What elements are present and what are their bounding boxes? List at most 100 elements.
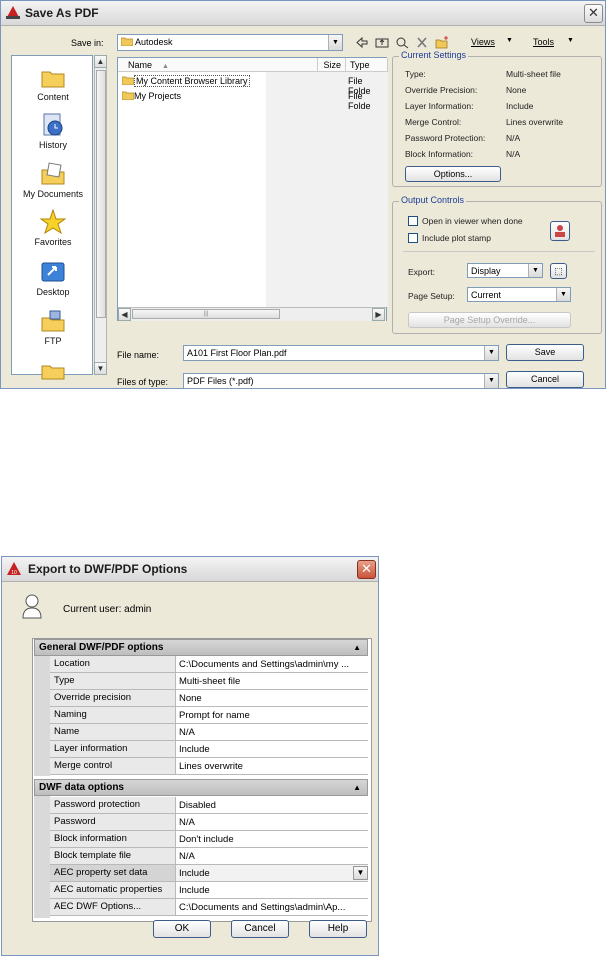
chevron-down-icon: ▼ <box>556 288 570 301</box>
delete-icon[interactable] <box>415 36 429 49</box>
general-options-header[interactable]: General DWF/PDF options ▲ <box>34 639 368 656</box>
place-label: FTP <box>44 336 62 346</box>
list-item[interactable]: My Projects <box>121 90 262 102</box>
property-row-name[interactable]: Name N/A <box>50 724 368 741</box>
cancel-button[interactable]: Cancel <box>231 920 289 938</box>
file-type: File Folde <box>348 91 371 111</box>
place-my-documents[interactable]: My Documents <box>12 161 94 199</box>
list-item[interactable]: My Content Browser Library <box>121 75 382 87</box>
place-ftp[interactable]: FTP <box>12 308 94 346</box>
export-label: Export: <box>408 267 435 277</box>
place-favorites[interactable]: Favorites <box>12 209 94 247</box>
column-type-label: Type <box>350 60 370 70</box>
scroll-up-icon[interactable]: ▲ <box>94 55 107 68</box>
file-name: My Content Browser Library <box>134 75 250 87</box>
property-row-aec-property-set-data[interactable]: AEC property set data Include ▼ <box>50 865 368 882</box>
property-row-password-protection[interactable]: Password protection Disabled <box>50 797 368 814</box>
save-button[interactable]: Save <box>506 344 584 361</box>
dialog-title: Save As PDF <box>25 6 99 20</box>
chevron-down-icon: ▼ <box>528 264 542 277</box>
export-options-dialog: 10 Export to DWF/PDF Options ✕ Current u… <box>1 556 379 956</box>
folder-icon <box>121 91 135 101</box>
tools-chevron-icon: ▼ <box>567 37 574 44</box>
search-web-icon[interactable] <box>395 36 409 49</box>
save-in-value: Autodesk <box>135 37 173 47</box>
up-folder-icon[interactable] <box>375 36 389 49</box>
column-header-name[interactable]: Name ▲ <box>118 58 318 72</box>
column-size-label: Size <box>323 60 341 70</box>
new-folder-icon[interactable] <box>435 36 449 49</box>
property-row-merge-control[interactable]: Merge control Lines overwrite <box>50 758 368 775</box>
cancel-button[interactable]: Cancel <box>506 371 584 388</box>
property-row-block-information[interactable]: Block information Don't include <box>50 831 368 848</box>
property-name: Naming <box>50 707 176 723</box>
scroll-left-icon[interactable]: ◀ <box>118 308 131 321</box>
property-row-naming[interactable]: Naming Prompt for name <box>50 707 368 724</box>
save-in-dropdown[interactable]: Autodesk ▼ <box>117 34 343 51</box>
property-row-aec-automatic-properties[interactable]: AEC automatic properties Include <box>50 882 368 899</box>
setting-value: None <box>506 85 527 95</box>
include-plot-stamp-label: Include plot stamp <box>422 233 491 243</box>
include-plot-stamp-checkbox[interactable] <box>408 233 418 243</box>
place-content[interactable]: Content <box>12 64 94 102</box>
place-more[interactable] <box>12 356 94 384</box>
page-setup-value: Current <box>471 290 502 300</box>
back-icon[interactable] <box>355 36 369 49</box>
grid-gutter <box>34 656 50 776</box>
help-button[interactable]: Help <box>309 920 367 938</box>
property-value: None <box>176 690 368 706</box>
file-name-input[interactable]: A101 First Floor Plan.pdf ▼ <box>183 345 499 361</box>
setting-key: Layer Information: <box>405 101 474 111</box>
plot-stamp-settings-button[interactable] <box>550 221 570 241</box>
property-row-layer-information[interactable]: Layer information Include <box>50 741 368 758</box>
views-menu[interactable]: Views <box>471 37 495 47</box>
open-viewer-checkbox[interactable] <box>408 216 418 226</box>
chevron-down-icon[interactable]: ▼ <box>353 866 368 880</box>
save-in-label: Save in: <box>71 38 104 48</box>
section-title: DWF data options <box>39 782 124 793</box>
file-name-value: A101 First Floor Plan.pdf <box>187 348 287 358</box>
tools-menu[interactable]: Tools <box>533 37 554 47</box>
pick-window-button[interactable]: ⬚ <box>550 263 567 279</box>
place-label: Content <box>37 92 69 102</box>
dwf-data-options-header[interactable]: DWF data options ▲ <box>34 779 368 796</box>
setting-value: N/A <box>506 133 521 143</box>
folder-icon <box>41 365 65 380</box>
autocad-architecture-logo-icon: 10 <box>7 562 21 575</box>
property-row-block-template-file[interactable]: Block template file N/A <box>50 848 368 865</box>
desktop-icon <box>41 262 65 282</box>
file-type-value: PDF Files (*.pdf) <box>187 376 254 386</box>
property-row-type[interactable]: Type Multi-sheet file <box>50 673 368 690</box>
scroll-right-icon[interactable]: ▶ <box>372 308 385 321</box>
property-value: C:\Documents and Settings\admin\my ... <box>176 656 368 672</box>
page-setup-dropdown[interactable]: Current ▼ <box>467 287 571 302</box>
property-row-override-precision[interactable]: Override precision None <box>50 690 368 707</box>
options-button[interactable]: Options... <box>405 166 501 182</box>
my-documents-icon <box>41 162 65 185</box>
property-value: N/A <box>176 848 368 864</box>
collapse-icon: ▲ <box>353 643 361 652</box>
column-header-size[interactable]: Size <box>318 58 346 72</box>
scroll-thumb[interactable]: ||| <box>132 309 280 319</box>
property-row-aec-dwf-options[interactable]: AEC DWF Options... C:\Documents and Setti… <box>50 899 368 916</box>
setting-value: Include <box>506 101 534 111</box>
file-type-dropdown[interactable]: PDF Files (*.pdf) ▼ <box>183 373 499 389</box>
property-row-password[interactable]: Password N/A <box>50 814 368 831</box>
horizontal-scrollbar[interactable]: ◀ ||| ▶ <box>118 307 386 321</box>
page-setup-override-button[interactable]: Page Setup Override... <box>408 312 571 328</box>
setting-value: Multi-sheet file <box>506 69 561 79</box>
place-history[interactable]: History <box>12 112 94 150</box>
column-header-type[interactable]: Type <box>346 58 388 72</box>
close-button[interactable]: ✕ <box>357 560 376 579</box>
property-name: Location <box>50 656 176 672</box>
scroll-thumb[interactable] <box>96 70 106 318</box>
content-folder-icon <box>41 71 65 88</box>
scroll-down-icon[interactable]: ▼ <box>94 362 107 375</box>
place-desktop[interactable]: Desktop <box>12 259 94 297</box>
ok-button[interactable]: OK <box>153 920 211 938</box>
close-button[interactable]: ✕ <box>584 4 603 23</box>
property-row-location[interactable]: Location C:\Documents and Settings\admin\… <box>50 656 368 673</box>
property-name: Override precision <box>50 690 176 706</box>
places-scrollbar[interactable]: ▲ ▼ <box>94 55 107 375</box>
export-dropdown[interactable]: Display ▼ <box>467 263 543 278</box>
